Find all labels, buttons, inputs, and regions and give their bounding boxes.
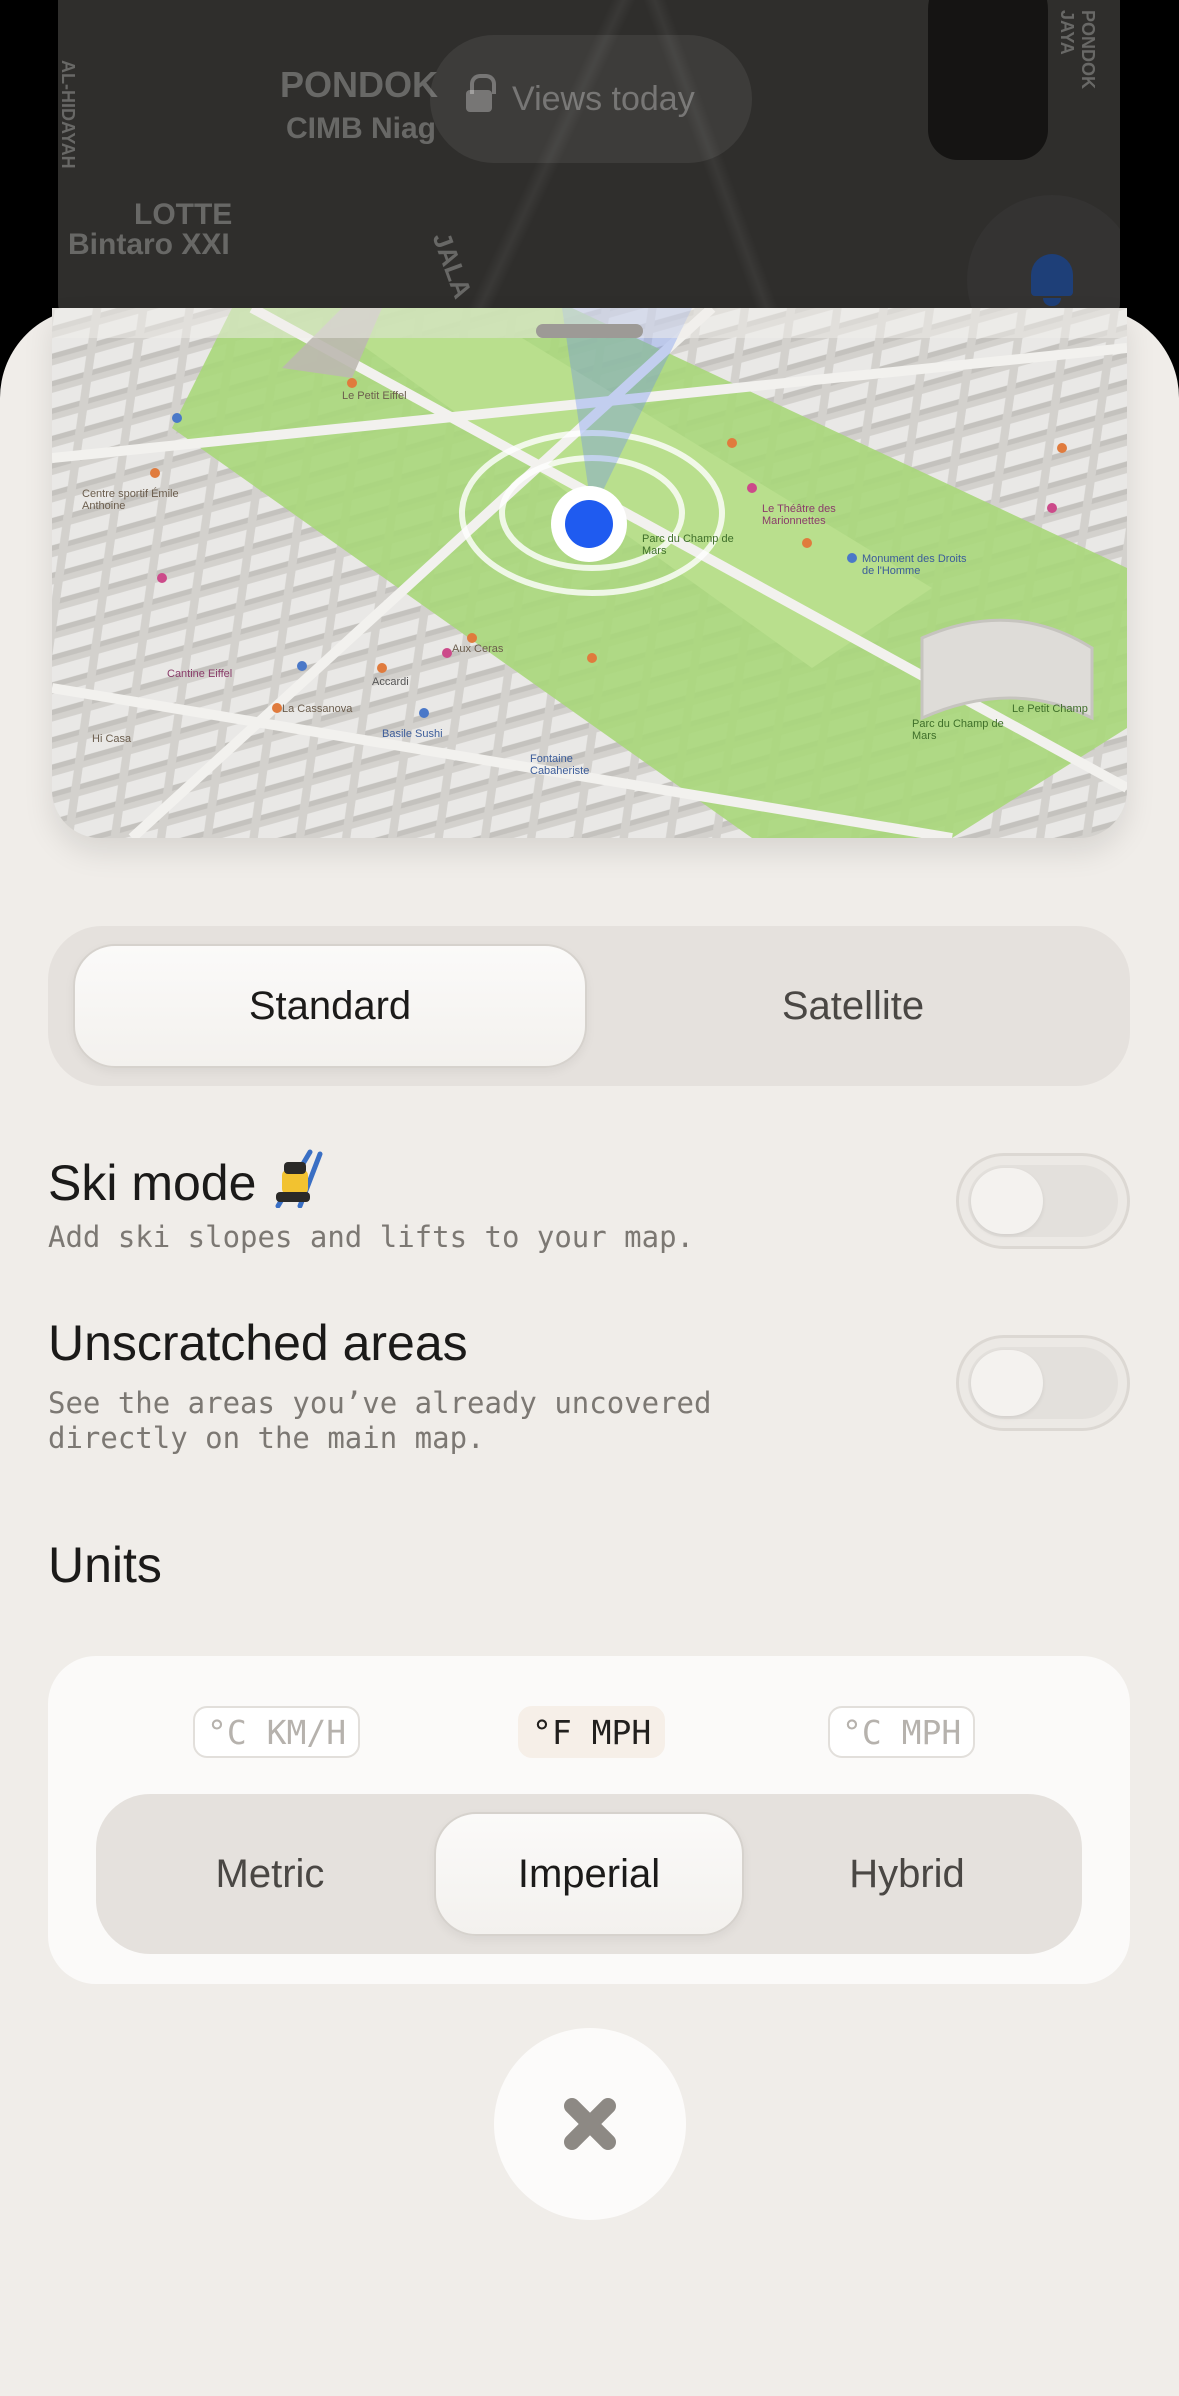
map-place-label: Cantine Eiffel: [167, 668, 233, 680]
map-place-label: Aux Ceras: [452, 643, 504, 655]
map-place-label: La Cassanova: [282, 703, 353, 715]
map-label: CIMB Niag: [286, 112, 436, 145]
sheet-grabber[interactable]: [536, 324, 643, 338]
map-place-label: Parc du Champ de Mars: [912, 718, 1004, 742]
map-place-labels: Le Petit Eiffel Centre sportif Émile Ant…: [52, 308, 1127, 838]
ski-mode-toggle[interactable]: [956, 1153, 1130, 1249]
units-imperial-button[interactable]: Imperial: [434, 1812, 744, 1936]
views-today-label: Views today: [512, 79, 695, 118]
map-label: PONDOK: [280, 64, 439, 105]
toggle-knob: [971, 1168, 1043, 1234]
map-style-segmented-control: Standard Satellite: [48, 926, 1130, 1086]
unscratched-areas-toggle[interactable]: [956, 1335, 1130, 1431]
background-app: PONDOK CIMB Niag LOTTE Bintaro XXI AL-HI…: [58, 0, 1120, 360]
avatar-figure: [928, 0, 1048, 160]
map-place-label: Le Théâtre des Marionnettes: [762, 503, 836, 527]
map-place-label: Monument des Droits de l'Homme: [862, 553, 967, 577]
map-place-label: Fontaine Cabaheriste: [530, 753, 590, 777]
map-label: PONDOK JAYA: [1057, 10, 1098, 90]
map-label: AL-HIDAYAH: [58, 60, 78, 169]
map-place-label: Parc du Champ de Mars: [642, 533, 734, 557]
unit-preview-metric: °C KM/H: [193, 1706, 361, 1758]
map-settings-sheet: Le Petit Eiffel Centre sportif Émile Ant…: [0, 308, 1179, 2396]
map-style-standard-button[interactable]: Standard: [73, 944, 587, 1068]
ski-mode-description: Add ski slopes and lifts to your map.: [48, 1220, 695, 1254]
toggle-knob: [971, 1350, 1043, 1416]
unscratched-areas-description: See the areas you’ve already uncovered d…: [48, 1386, 712, 1455]
unit-preview-hybrid: °C MPH: [828, 1706, 976, 1758]
skier-emoji-icon: [270, 1148, 326, 1209]
views-today-pill[interactable]: Views today: [430, 35, 752, 163]
map-place-label: Accardi: [372, 676, 409, 688]
units-heading: Units: [48, 1537, 162, 1593]
ski-mode-row-title: Ski mode: [48, 1148, 326, 1212]
map-place-label: Hi Casa: [92, 733, 132, 745]
map-place-label: Basile Sushi: [382, 728, 443, 740]
map-place-label: Le Petit Champ: [1012, 703, 1088, 715]
units-hybrid-button[interactable]: Hybrid: [752, 1812, 1062, 1936]
map-label: LOTTE: [134, 198, 233, 231]
bell-icon: [1027, 254, 1077, 306]
units-segmented-control: Metric Imperial Hybrid: [96, 1794, 1082, 1954]
map-preview: Le Petit Eiffel Centre sportif Émile Ant…: [52, 308, 1127, 838]
ski-mode-title: Ski mode: [48, 1155, 257, 1211]
map-label: Bintaro XXI: [68, 228, 230, 261]
unscratched-areas-title: Unscratched areas: [48, 1315, 468, 1371]
close-button[interactable]: [494, 2028, 686, 2220]
units-metric-button[interactable]: Metric: [116, 1812, 424, 1936]
units-card: °C KM/H °F MPH °C MPH Metric Imperial Hy…: [48, 1656, 1130, 1984]
map-place-label: Centre sportif Émile Anthoine: [82, 488, 179, 512]
map-style-satellite-button[interactable]: Satellite: [598, 944, 1108, 1068]
lock-icon: [466, 74, 496, 114]
map-place-label: Le Petit Eiffel: [342, 390, 407, 402]
close-x-icon: [564, 2098, 616, 2150]
unit-preview-imperial: °F MPH: [518, 1706, 666, 1758]
